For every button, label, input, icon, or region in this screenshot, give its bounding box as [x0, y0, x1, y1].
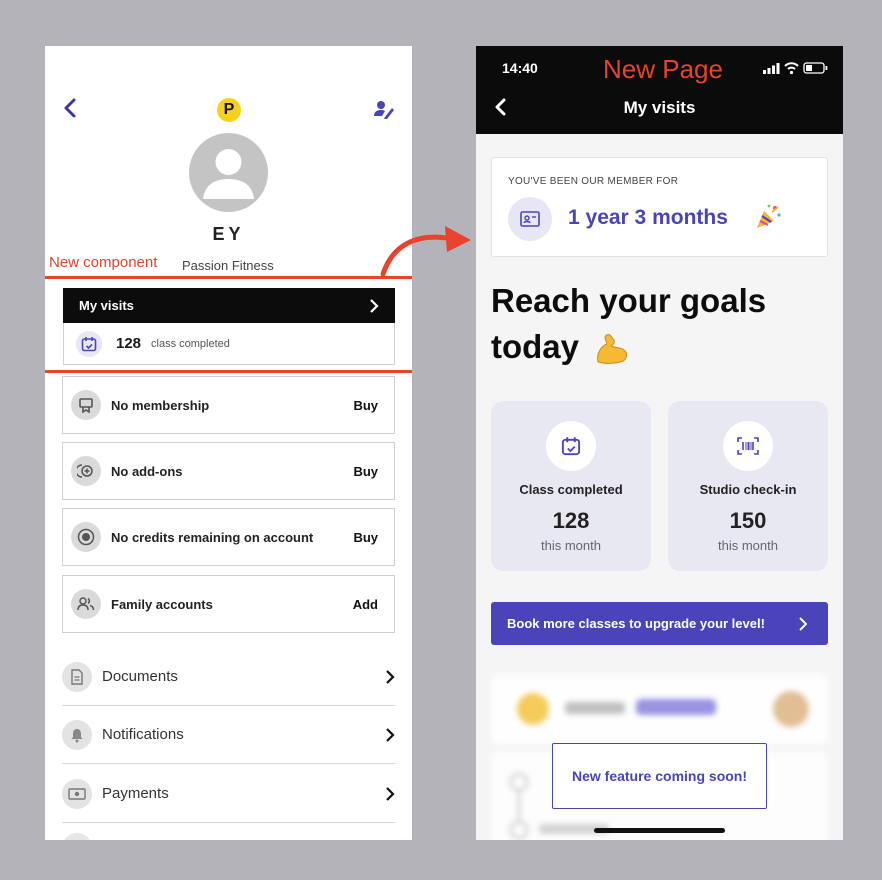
avatar[interactable]	[189, 133, 268, 212]
visits-count: 128	[116, 335, 142, 352]
card-label: No credits remaining on account	[111, 529, 314, 545]
card-label: No add-ons	[111, 463, 183, 479]
stat-value: 128	[552, 508, 590, 533]
buy-credits-button[interactable]: Buy	[353, 530, 378, 545]
profile-screen: P EY New component Passion Fitness My vi…	[45, 46, 412, 840]
book-more-classes-button[interactable]: Book more classes to upgrade your level!	[491, 602, 828, 645]
menu-label: Notifications	[102, 726, 184, 743]
studio-name: Passion Fitness	[182, 258, 274, 273]
my-visits-screen: 14:40 New Page My visits YOU'VE BEEN OUR…	[476, 46, 843, 840]
card-label: No membership	[111, 397, 210, 413]
new-component-annotation: New component	[49, 254, 158, 271]
goals-heading: Reach your goals today	[491, 278, 831, 370]
stat-label: Studio check-in	[699, 482, 797, 497]
user-initials: EY	[212, 224, 245, 244]
flow-arrow-icon	[380, 226, 471, 277]
goals-line-2: today	[491, 328, 580, 365]
home-indicator	[594, 828, 725, 833]
status-time: 14:40	[502, 60, 538, 76]
edit-profile-icon[interactable]	[373, 98, 395, 120]
chevron-right-icon	[386, 727, 395, 742]
membership-card[interactable]: No membership Buy	[62, 376, 395, 434]
studio-logo: P	[217, 98, 241, 122]
membership-duration-card: YOU'VE BEEN OUR MEMBER FOR 1 year 3 mont…	[491, 157, 828, 257]
blurred-level-content	[517, 691, 809, 727]
stat-card-checkins: Studio check-in 150 this month	[668, 401, 828, 571]
member-card-icon	[508, 197, 552, 241]
card-label: Family accounts	[111, 596, 213, 612]
menu-label: Payments	[102, 785, 169, 802]
my-visits-header[interactable]: My visits	[63, 288, 395, 323]
stat-period: this month	[718, 538, 778, 553]
page-title: My visits	[623, 98, 696, 117]
new-page-annotation: New Page	[603, 54, 723, 84]
member-duration-label: YOU'VE BEEN OUR MEMBER FOR	[508, 176, 679, 187]
visits-label: class completed	[151, 337, 230, 350]
add-family-button[interactable]: Add	[353, 597, 378, 612]
menu-icon-partial	[62, 833, 92, 840]
calendar-check-icon	[546, 421, 596, 471]
menu-item-payments[interactable]: Payments	[62, 765, 395, 823]
my-visits-title: My visits	[79, 298, 134, 313]
new-feature-notice: New feature coming soon!	[552, 743, 767, 809]
status-icons	[763, 62, 828, 75]
barcode-scan-icon	[723, 421, 773, 471]
back-chevron-icon[interactable]	[61, 98, 81, 118]
chevron-right-icon	[370, 298, 379, 313]
membership-icon	[71, 390, 101, 420]
add-ons-card[interactable]: No add-ons Buy	[62, 442, 395, 500]
stat-card-classes: Class completed 128 this month	[491, 401, 651, 571]
stat-label: Class completed	[519, 482, 623, 497]
family-accounts-card[interactable]: Family accounts Add	[62, 575, 395, 633]
book-button-label: Book more classes to upgrade your level!	[507, 616, 765, 631]
party-popper-icon	[757, 204, 781, 228]
credits-icon	[71, 522, 101, 552]
chevron-right-icon	[386, 786, 395, 801]
stat-period: this month	[541, 538, 601, 553]
stat-value: 150	[729, 508, 767, 533]
chevron-right-icon	[386, 669, 395, 684]
chevron-right-icon	[799, 616, 808, 631]
level-card-blurred	[491, 674, 828, 744]
menu-item-documents[interactable]: Documents	[62, 648, 395, 706]
goals-line-1: Reach your goals	[491, 282, 767, 319]
member-duration-value: 1 year 3 months	[568, 206, 728, 229]
flexed-biceps-icon	[597, 334, 628, 365]
menu-label: Documents	[102, 668, 178, 685]
menu-item-notifications[interactable]: Notifications	[62, 706, 395, 764]
payment-icon	[62, 778, 92, 809]
credits-card[interactable]: No credits remaining on account Buy	[62, 508, 395, 566]
user-silhouette-icon	[203, 149, 254, 199]
buy-add-ons-button[interactable]: Buy	[353, 464, 378, 479]
bell-icon	[62, 719, 92, 750]
buy-membership-button[interactable]: Buy	[353, 398, 378, 413]
my-visits-summary[interactable]: 128 class completed	[63, 323, 395, 365]
add-ons-icon	[71, 456, 101, 486]
calendar-check-icon	[76, 330, 102, 357]
family-icon	[71, 589, 101, 619]
document-icon	[62, 661, 92, 692]
